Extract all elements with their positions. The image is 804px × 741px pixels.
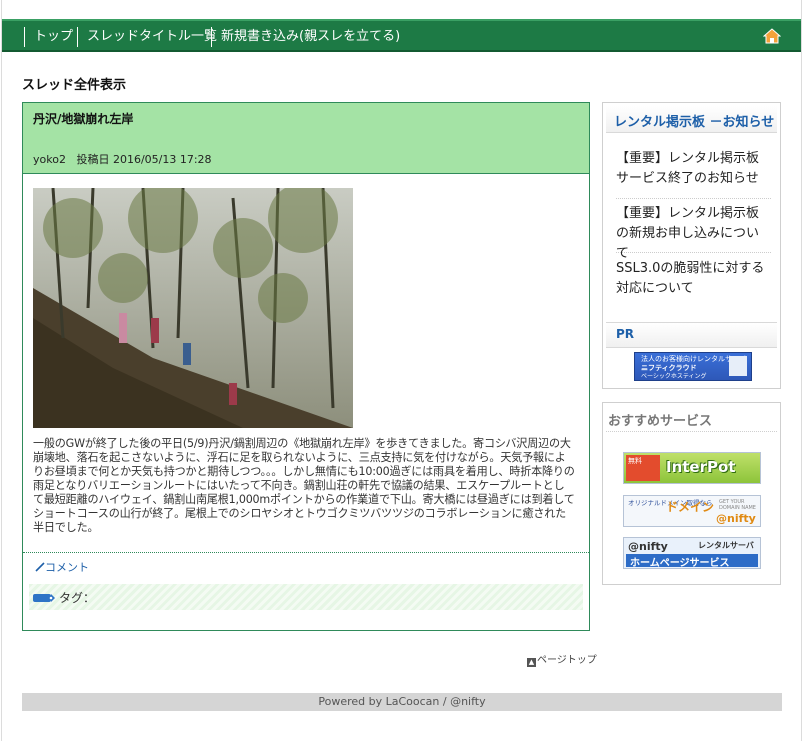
news-header: レンタル掲示板 －お知らせ: [606, 106, 777, 133]
domain-banner-main: ドメイン: [666, 500, 715, 514]
services-panel: おすすめサービス 無料 InterPot オリジナルドメイン取得なら ドメイン …: [602, 402, 781, 585]
post-date: 2016/05/13 17:28: [112, 153, 212, 166]
tag-label: タグ：: [59, 591, 96, 605]
services-divider: [606, 431, 777, 432]
hp-banner-strip: ホームページサービス: [626, 554, 758, 569]
post-body: 一般のGWが終了した後の平日(5/9)丹沢/鍋割周辺の《地獄崩れ左岸》を歩きてき…: [33, 437, 575, 534]
news-title: レンタル掲示板 －お知らせ: [614, 115, 775, 130]
domain-banner[interactable]: オリジナルドメイン取得なら ドメイン GET YOUR DOMAIN NAME …: [623, 495, 761, 527]
hp-service-banner[interactable]: @nifty レンタルサーバー ホームページサービス: [623, 537, 761, 569]
post-header: 丹沢/地獄崩れ左岸 yoko2 投稿日 2016/05/13 17:28: [23, 103, 589, 174]
news-item[interactable]: 【重要】レンタル掲示板サービス終了のお知らせ: [616, 149, 771, 189]
post-divider: [23, 552, 589, 553]
server-icon: [729, 356, 747, 376]
news-divider: [616, 252, 771, 253]
comment-label: コメント: [45, 561, 89, 574]
tag-icon: [33, 594, 55, 602]
pr-banner-line3: ベーシックホスティング: [641, 373, 707, 380]
news-item[interactable]: SSL3.0の脆弱性に対する対応について: [616, 259, 771, 299]
interpot-text: InterPot: [666, 458, 736, 476]
pr-title: PR: [616, 327, 635, 341]
post-photo[interactable]: [33, 188, 353, 428]
pr-header: PR: [606, 322, 777, 348]
pr-banner[interactable]: 法人のお客様向けレンタルサーバー ニフティクラウド ベーシックホスティング: [634, 352, 752, 381]
home-icon[interactable]: [763, 28, 781, 44]
post-date-label: 投稿日: [76, 153, 110, 166]
interpot-corner: 無料: [626, 455, 660, 481]
hp-banner-brand: @nifty: [628, 540, 668, 553]
nav-item-top[interactable]: トップ: [24, 27, 73, 47]
nav-item-thread-list[interactable]: スレッドタイトル一覧: [77, 27, 217, 47]
page-top-label: ページトップ: [537, 655, 597, 666]
post-box: 丹沢/地獄崩れ左岸 yoko2 投稿日 2016/05/13 17:28 一般の…: [22, 102, 590, 631]
page-title: スレッド全件表示: [22, 78, 127, 93]
news-divider: [616, 198, 771, 199]
footer: Powered by LaCoocan / @nifty: [22, 693, 782, 711]
domain-banner-sub: GET YOUR DOMAIN NAME: [719, 499, 756, 511]
nav-bar: トップ スレッドタイトル一覧 新規書き込み(親スレを立てる): [2, 19, 801, 52]
news-panel: レンタル掲示板 －お知らせ 【重要】レンタル掲示板サービス終了のお知らせ 【重要…: [602, 102, 781, 389]
services-title: おすすめサービス: [608, 414, 713, 429]
nav-item-new-post[interactable]: 新規書き込み(親スレを立てる): [211, 27, 400, 47]
page-top-link[interactable]: ▲ ページトップ: [527, 651, 597, 667]
pencil-icon: [35, 562, 45, 572]
hp-banner-service: ホームページサービス: [630, 558, 730, 569]
post-meta: yoko2 投稿日 2016/05/13 17:28: [33, 151, 212, 167]
domain-banner-brand: @nifty: [716, 512, 756, 525]
news-item[interactable]: 【重要】レンタル掲示板の新規お申し込みについて: [616, 204, 771, 264]
comment-link[interactable]: コメント: [35, 559, 89, 575]
post-author: yoko2: [33, 153, 66, 166]
interpot-tag: 無料: [628, 457, 642, 465]
arrow-up-icon: ▲: [527, 658, 536, 667]
tag-bar: タグ：: [29, 584, 583, 610]
post-title: 丹沢/地獄崩れ左岸: [33, 112, 134, 126]
interpot-banner[interactable]: 無料 InterPot: [623, 452, 761, 484]
